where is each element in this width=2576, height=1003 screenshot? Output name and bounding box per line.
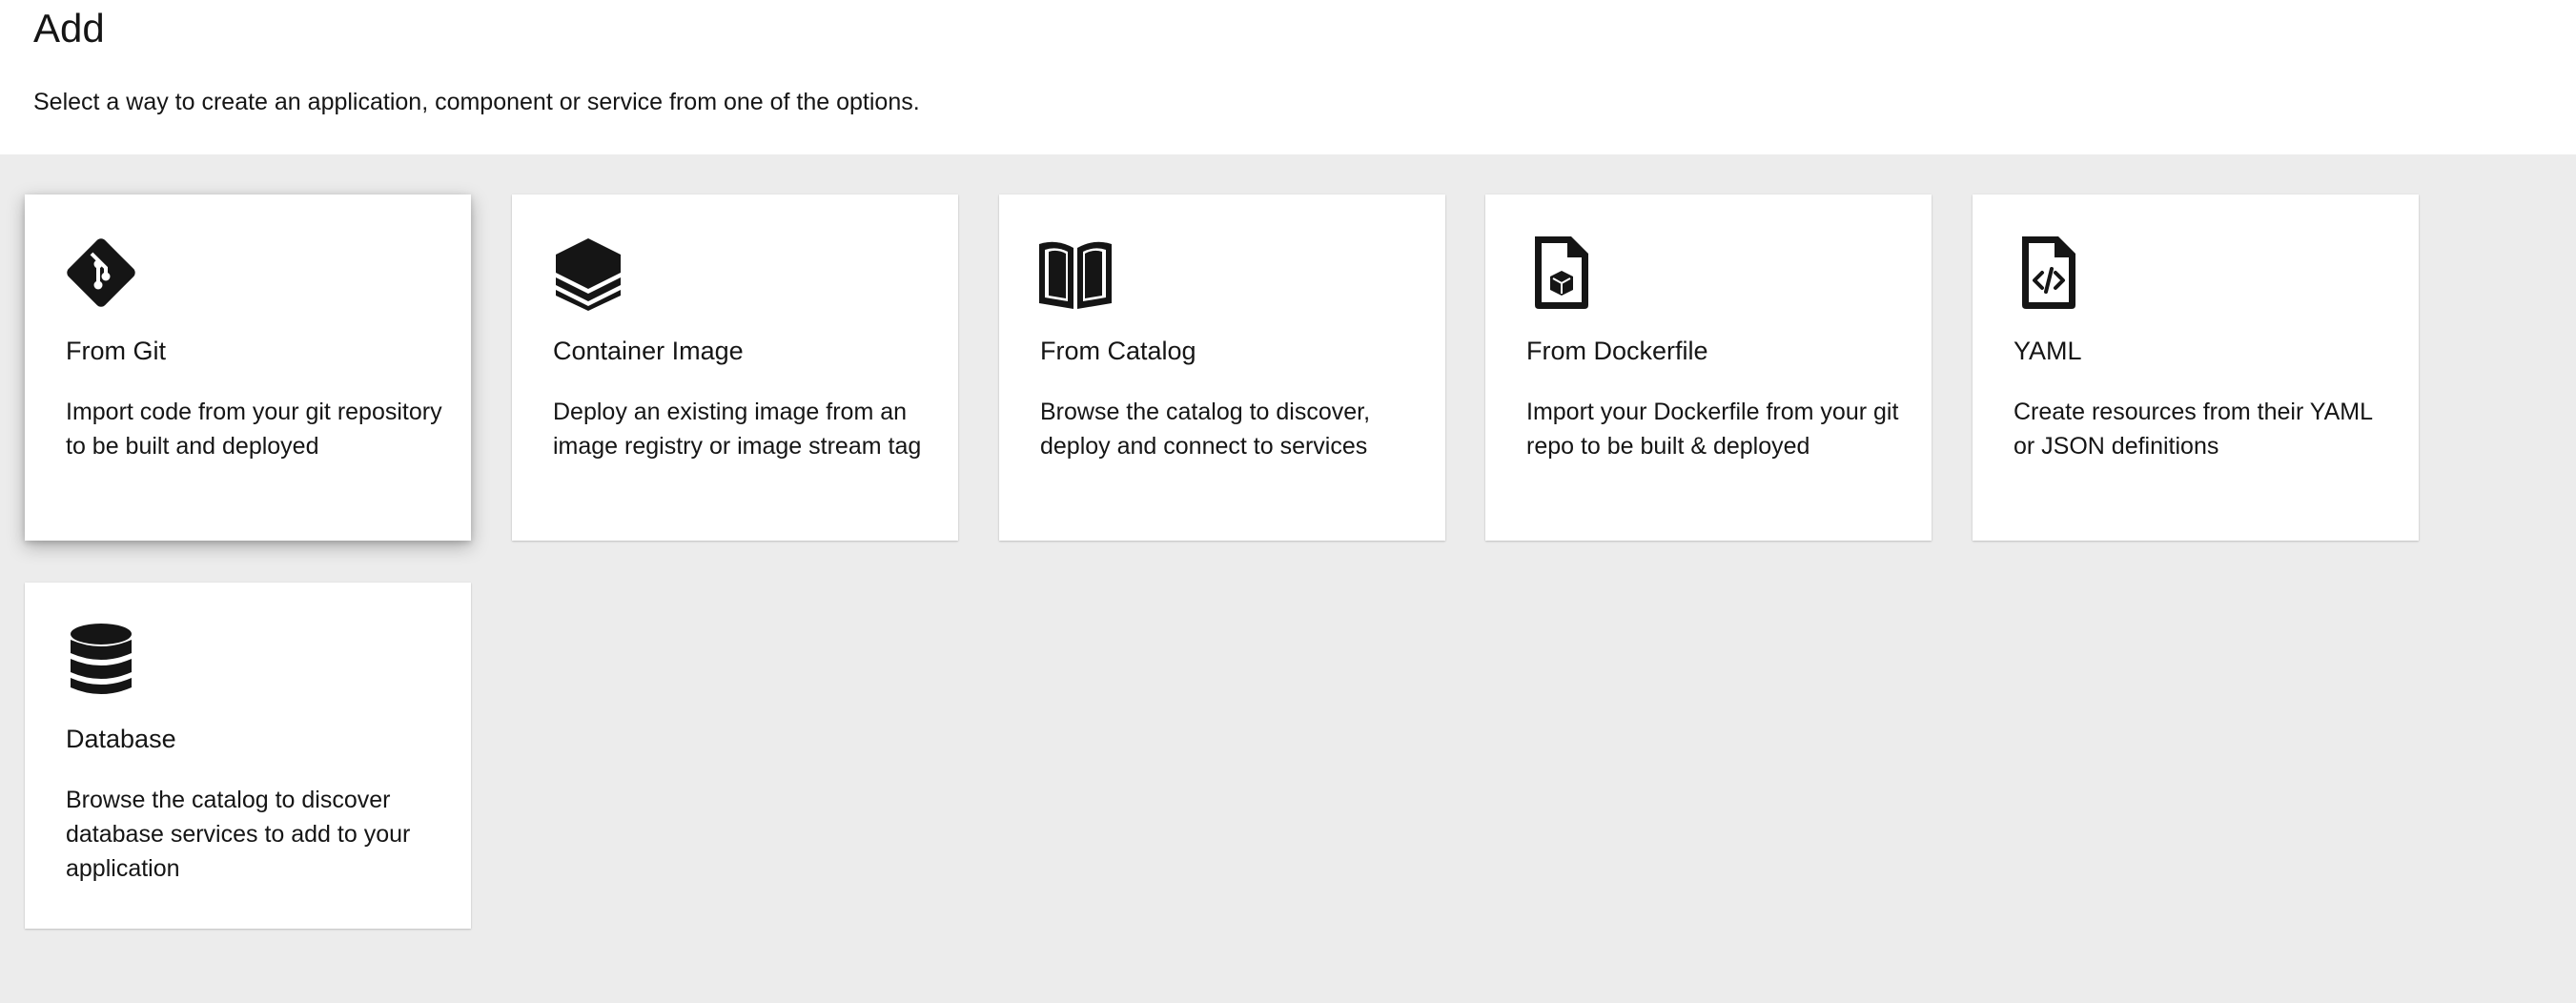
code-file-icon xyxy=(2011,235,2087,311)
card-description: Browse the catalog to discover, deploy a… xyxy=(1040,399,1371,460)
card-title: Container Image xyxy=(553,337,744,365)
card-description: Deploy an existing image from an image r… xyxy=(553,399,922,460)
card-title: From Git xyxy=(66,337,166,365)
database-icon xyxy=(63,623,139,699)
git-icon xyxy=(63,235,139,311)
page-subtitle: Select a way to create an application, c… xyxy=(33,89,920,115)
dockerfile-icon xyxy=(1523,235,1600,311)
card-description: Import code from your git repository to … xyxy=(66,399,442,460)
card-from-git[interactable]: From Git Import code from your git repos… xyxy=(25,194,471,541)
card-title: Database xyxy=(66,725,176,753)
card-from-dockerfile[interactable]: From Dockerfile Import your Dockerfile f… xyxy=(1485,194,1932,541)
card-description: Browse the catalog to discover database … xyxy=(66,787,411,882)
page-header: Add Select a way to create an applicatio… xyxy=(0,0,2576,154)
book-icon xyxy=(1037,235,1114,311)
card-container-image[interactable]: Container Image Deploy an existing image… xyxy=(512,194,958,541)
add-options-gallery: From Git Import code from your git repos… xyxy=(0,154,2576,1003)
layers-icon xyxy=(550,235,626,311)
card-yaml[interactable]: YAML Create resources from their YAML or… xyxy=(1973,194,2419,541)
card-title: From Catalog xyxy=(1040,337,1196,365)
card-description: Create resources from their YAML or JSON… xyxy=(2014,399,2373,460)
card-title: From Dockerfile xyxy=(1526,337,1708,365)
page-title: Add xyxy=(33,6,105,51)
card-description: Import your Dockerfile from your git rep… xyxy=(1526,399,1899,460)
card-database[interactable]: Database Browse the catalog to discover … xyxy=(25,583,471,929)
card-from-catalog[interactable]: From Catalog Browse the catalog to disco… xyxy=(999,194,1445,541)
card-title: YAML xyxy=(2014,337,2082,365)
